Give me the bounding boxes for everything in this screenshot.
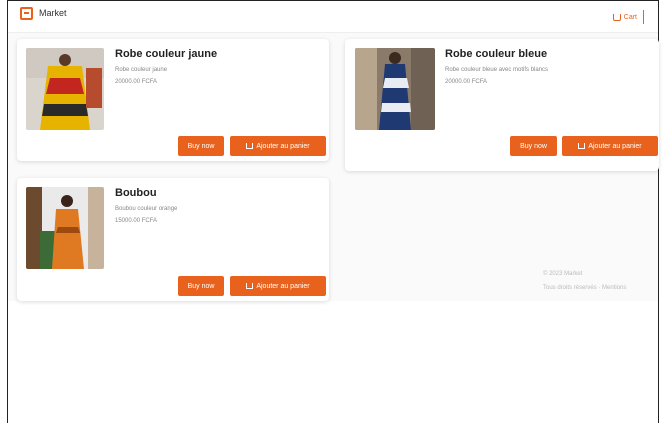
product-description: Robe couleur bleue avec motifs blancs — [445, 67, 549, 73]
product-card: Boubou Boubou couleur orange 15000.00 FC… — [17, 178, 329, 301]
cart-icon — [246, 283, 254, 289]
cart-label: Cart — [623, 13, 637, 21]
brand-name[interactable]: Market — [39, 8, 67, 18]
add-to-cart-label: Ajouter au panier — [256, 282, 310, 290]
add-to-cart-button[interactable]: Ajouter au panier — [562, 136, 658, 156]
product-title[interactable]: Robe couleur bleue — [445, 48, 547, 60]
buy-now-button[interactable]: Buy now — [178, 136, 224, 156]
buy-now-label: Buy now — [187, 282, 215, 290]
header: Market Cart — [8, 1, 658, 33]
product-description: Robe couleur jaune — [115, 67, 168, 73]
product-image[interactable] — [26, 187, 104, 269]
add-to-cart-button[interactable]: Ajouter au panier — [230, 276, 326, 296]
product-card: Robe couleur bleue Robe couleur bleue av… — [345, 39, 659, 171]
product-price: 20000.00 FCFA — [445, 79, 488, 85]
buy-now-label: Buy now — [187, 142, 215, 150]
add-to-cart-label: Ajouter au panier — [588, 142, 642, 150]
buy-now-button[interactable]: Buy now — [178, 276, 224, 296]
add-to-cart-button[interactable]: Ajouter au panier — [230, 136, 326, 156]
add-to-cart-label: Ajouter au panier — [256, 142, 310, 150]
product-description: Boubou couleur orange — [115, 206, 178, 212]
buy-now-label: Buy now — [520, 142, 547, 150]
product-card: Robe couleur jaune Robe couleur jaune 20… — [17, 39, 329, 161]
product-title[interactable]: Robe couleur jaune — [115, 48, 217, 60]
product-image[interactable] — [355, 48, 435, 130]
product-price: 15000.00 FCFA — [115, 218, 158, 224]
app: Market Cart Robe couleur jaune Robe coul… — [8, 1, 659, 301]
cart-icon — [578, 143, 586, 149]
product-image[interactable] — [26, 48, 104, 130]
cart-icon — [612, 13, 621, 21]
buy-now-button[interactable]: Buy now — [510, 136, 557, 156]
cart-button[interactable]: Cart — [609, 10, 644, 24]
product-price: 20000.00 FCFA — [115, 79, 158, 85]
product-title[interactable]: Boubou — [115, 187, 157, 199]
footer-copyright: © 2023 Market — [543, 271, 583, 277]
cart-icon — [246, 143, 254, 149]
shop-logo-icon[interactable] — [20, 7, 33, 20]
footer-links[interactable]: Tous droits réservés · Mentions — [543, 285, 626, 291]
browser-frame: Market Cart Robe couleur jaune Robe coul… — [7, 0, 659, 423]
